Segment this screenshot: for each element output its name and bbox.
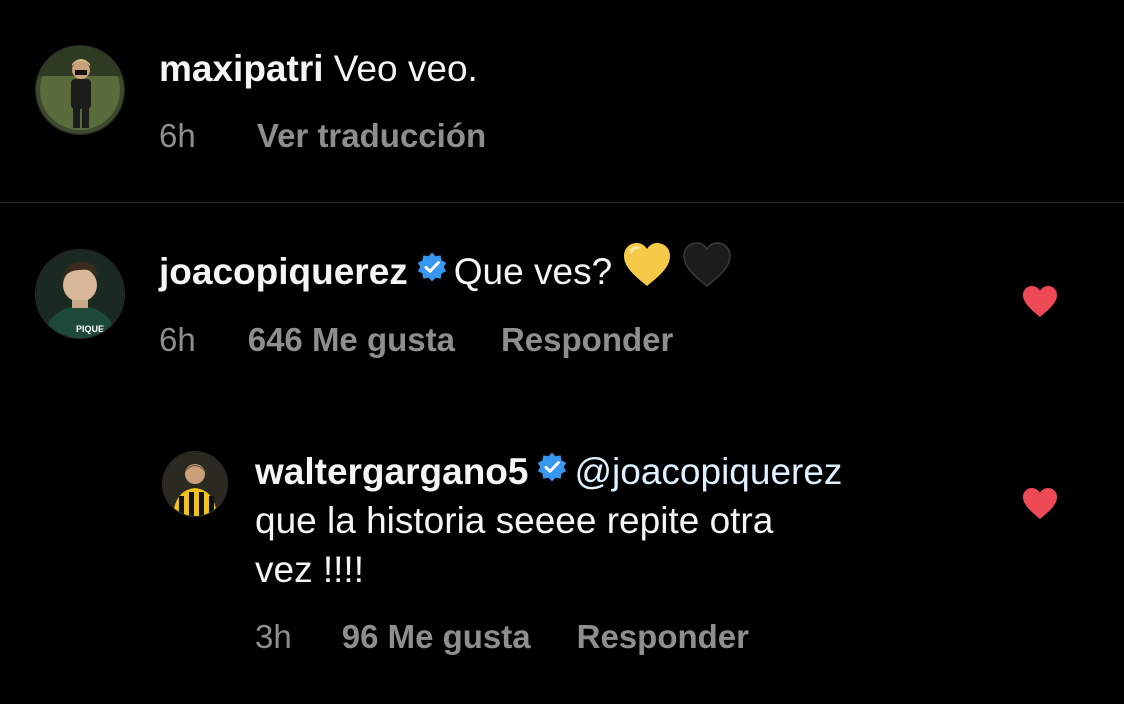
avatar-joacopiquerez[interactable]: PIQUE [35, 249, 125, 339]
comment-text-line: maxipatri Veo veo. [159, 47, 478, 91]
comment-text: vez !!!! [255, 549, 364, 590]
like-heart-icon[interactable] [1022, 285, 1058, 323]
avatar-photo-icon [36, 46, 124, 134]
comment-time: 6h [159, 117, 196, 154]
likes-count-button[interactable]: 96 Me gusta [342, 617, 531, 657]
comment-time: 3h [255, 618, 292, 655]
verified-badge-icon [536, 449, 568, 493]
avatar-photo-icon [163, 452, 227, 516]
translate-button[interactable]: Ver traducción [257, 116, 486, 156]
comment-text: que la historia seeee repite otra [255, 500, 774, 541]
comment-text: Que ves? [453, 251, 613, 292]
likes-count-button[interactable]: 646 Me gusta [248, 320, 455, 360]
comment-meta: 3h 96 Me gusta Responder [255, 617, 795, 657]
divider [0, 202, 1124, 203]
avatar-jersey-text: PIQUE [76, 324, 104, 334]
reply-button[interactable]: Responder [501, 320, 673, 360]
mention-link[interactable]: @joacopiquerez [574, 451, 842, 492]
username-joacopiquerez[interactable]: joacopiquerez [159, 251, 408, 292]
reply-text-line-1: waltergargano5 @joacopiquerez [255, 450, 842, 494]
black-heart-icon [682, 242, 732, 298]
yellow-heart-icon [622, 242, 672, 298]
username-waltergargano5[interactable]: waltergargano5 [255, 451, 528, 492]
username-maxipatri[interactable]: maxipatri [159, 48, 324, 89]
avatar-maxipatri[interactable] [35, 45, 125, 135]
comment-meta: 6h Ver traducción [159, 116, 532, 156]
verified-badge-icon [416, 249, 448, 293]
comment-time: 6h [159, 321, 196, 358]
reply-button[interactable]: Responder [577, 617, 749, 657]
comment-text: Veo veo. [333, 48, 478, 89]
avatar-waltergargano5[interactable] [162, 451, 228, 517]
reply-text-line-3: vez !!!! [255, 548, 364, 592]
avatar-photo-icon: PIQUE [36, 250, 124, 338]
reply-text-line-2: que la historia seeee repite otra [255, 499, 773, 543]
like-heart-icon[interactable] [1022, 487, 1058, 525]
comment-meta: 6h 646 Me gusta Responder [159, 320, 719, 360]
comment-text-line: joacopiquerez Que ves? [159, 242, 732, 298]
